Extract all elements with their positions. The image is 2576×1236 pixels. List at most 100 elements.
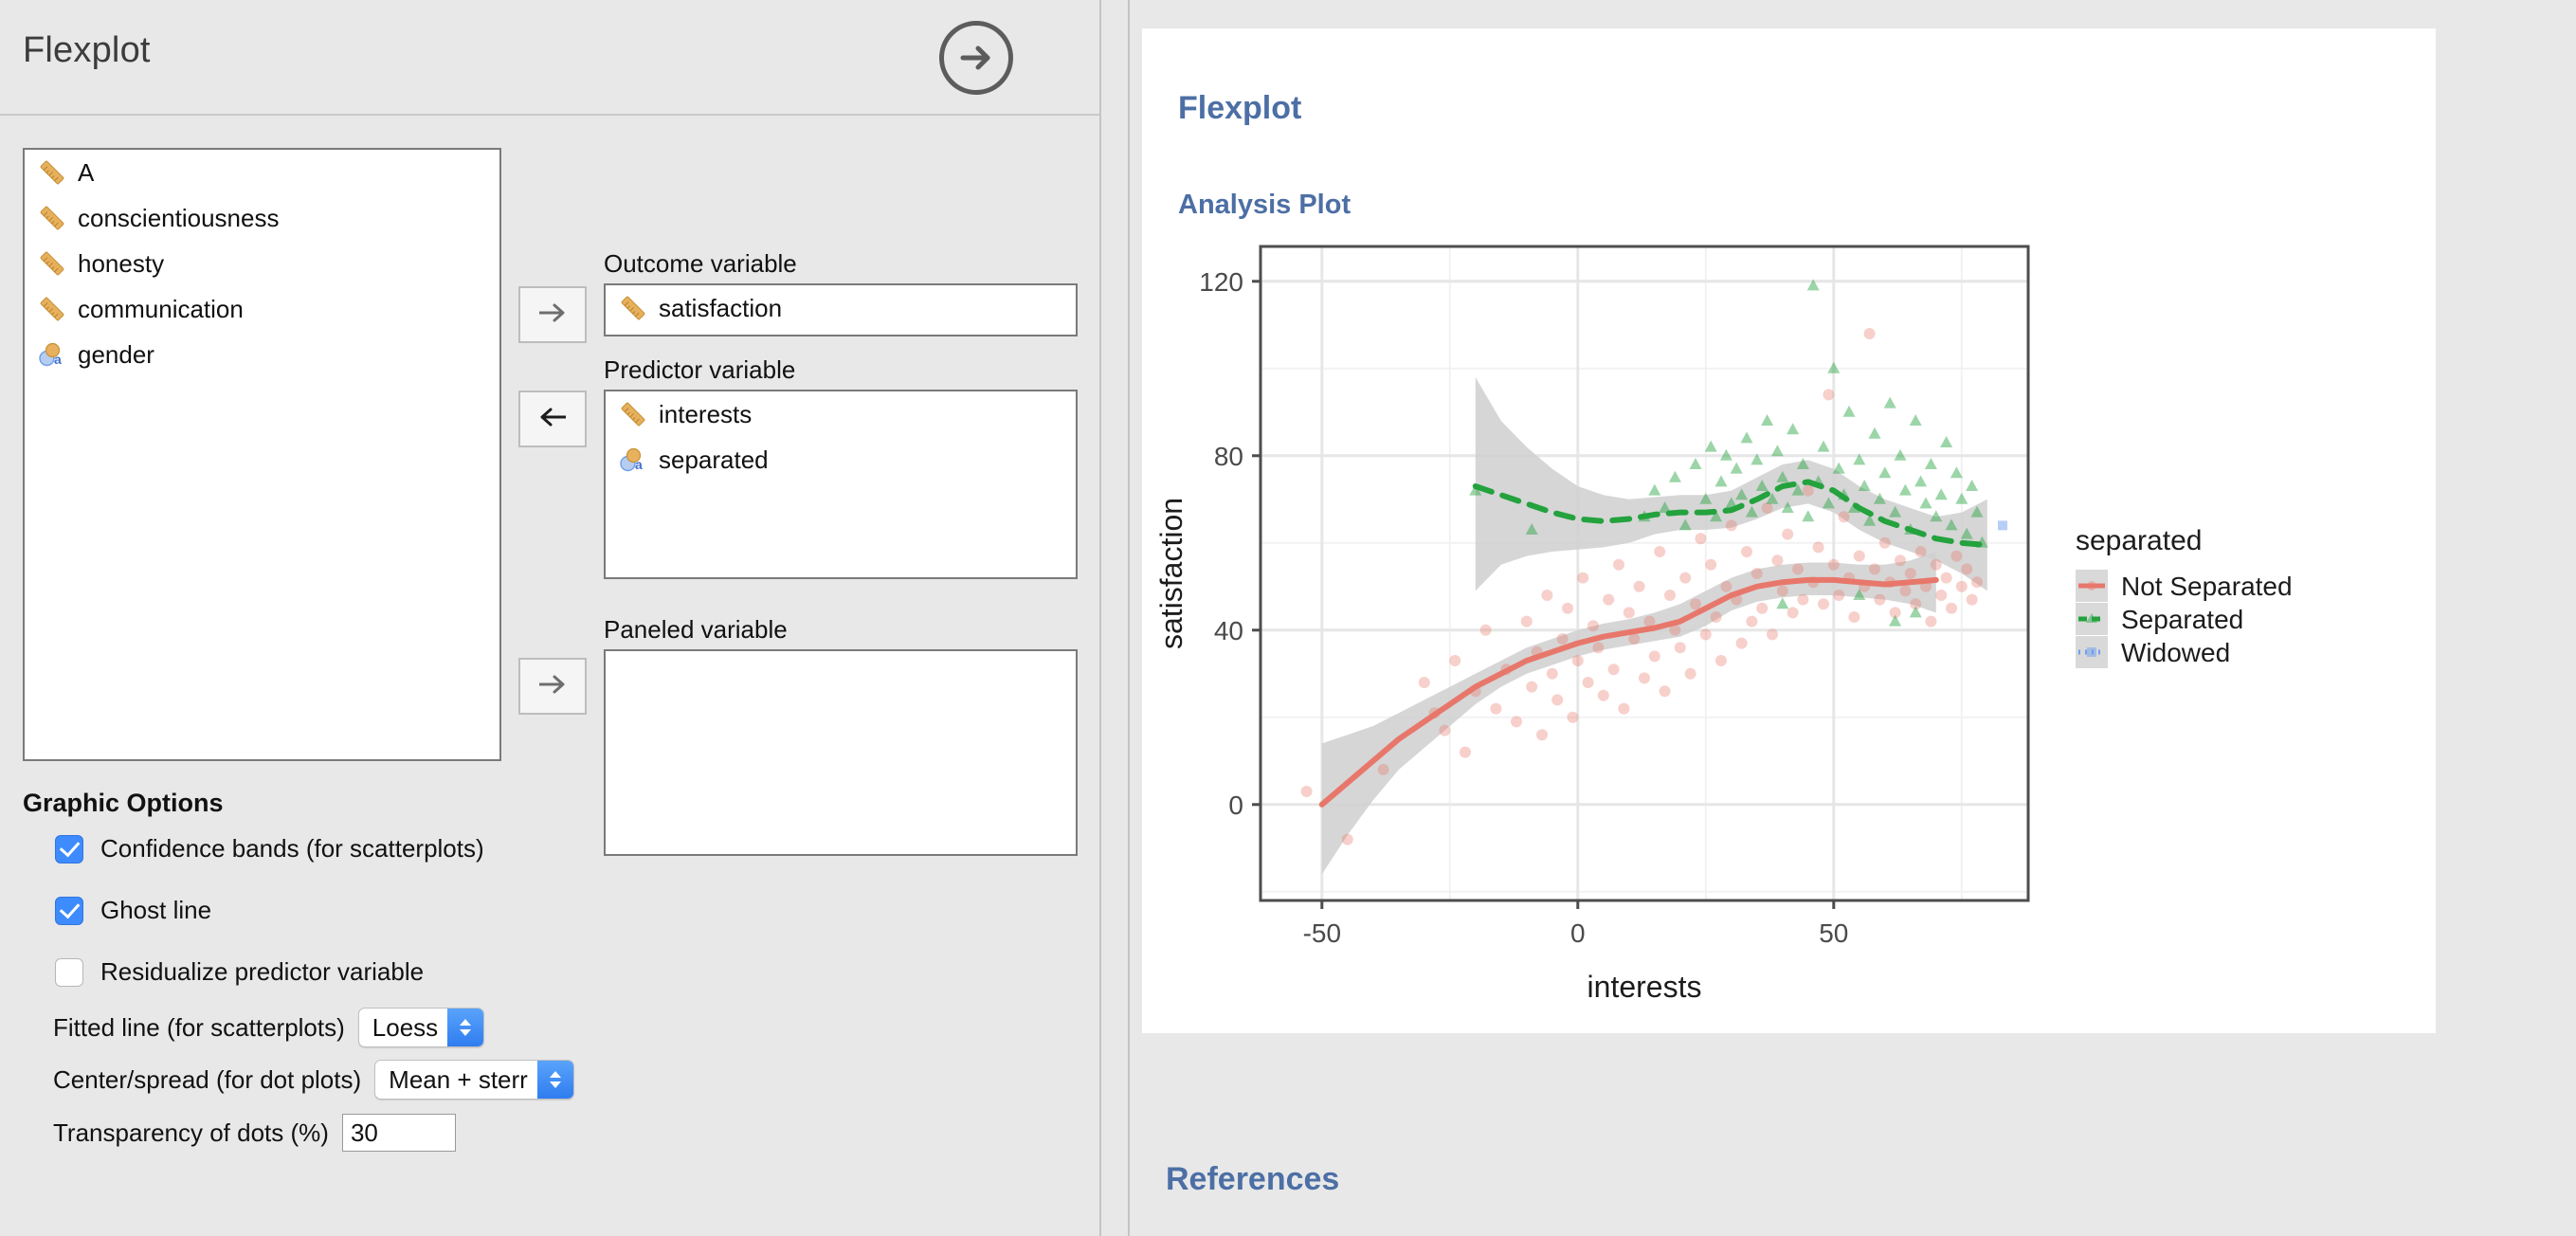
data-point [1756, 602, 1769, 614]
variable-item-label: conscientiousness [78, 204, 280, 232]
references-heading: References [1166, 1161, 1340, 1197]
nominal-icon: a [619, 445, 647, 474]
checkbox-unchecked-icon[interactable] [55, 957, 83, 987]
predictor-drop-box[interactable]: interests a separated [604, 389, 1078, 579]
variable-item[interactable]: a separated [606, 437, 1076, 482]
graphic-option-label: Ghost line [100, 896, 212, 924]
x-axis-label: interests [1587, 970, 1702, 1004]
variable-item[interactable]: conscientiousness [25, 195, 499, 241]
data-point [1797, 593, 1809, 606]
panel-divider[interactable] [1099, 0, 1130, 1236]
variable-item[interactable]: honesty [25, 241, 499, 286]
variable-item-label: communication [78, 295, 244, 323]
data-point [1776, 585, 1788, 597]
stepper-icon[interactable] [536, 1061, 573, 1099]
data-point [1618, 702, 1630, 715]
data-point [1925, 615, 1937, 627]
nominal-icon: a [38, 340, 66, 369]
data-point [1592, 642, 1605, 654]
legend-marker-sample [2087, 581, 2096, 591]
variable-item[interactable]: interests [606, 391, 1076, 437]
data-point [1792, 563, 1804, 575]
variable-item[interactable]: communication [25, 286, 499, 332]
data-point [1449, 655, 1461, 666]
graphic-option-checkbox-row: Ghost line [55, 896, 211, 925]
data-point [1878, 536, 1891, 549]
data-point [1940, 572, 1952, 584]
stepper-icon[interactable] [447, 1009, 484, 1046]
variable-item[interactable]: satisfaction [606, 285, 1076, 331]
paneled-drop-box[interactable] [604, 648, 1078, 856]
assign-paneled-button[interactable] [518, 658, 587, 715]
data-point [1623, 607, 1635, 619]
data-point [1577, 572, 1589, 584]
arrow-right-icon [535, 300, 570, 331]
variable-item-label: interests [659, 399, 753, 428]
data-point [1648, 650, 1660, 663]
legend-entry-label: Separated [2121, 605, 2243, 634]
data-point [1787, 607, 1799, 619]
checkbox-checked-icon[interactable] [55, 896, 83, 925]
data-point [1460, 746, 1471, 758]
transparency-input[interactable]: 30 [341, 1114, 456, 1152]
data-point [1699, 628, 1712, 641]
source-variable-list[interactable]: A conscientiousness honesty communicatio… [23, 148, 501, 761]
graphic-option-label: Confidence bands (for scatterplots) [100, 834, 484, 863]
data-point [1439, 724, 1451, 736]
graphic-option-label: Fitted line (for scatterplots) [53, 1012, 345, 1042]
data-point [1771, 554, 1784, 567]
select-value: Loess [372, 1012, 439, 1042]
data-point [1613, 558, 1624, 571]
outcome-drop-box[interactable]: satisfaction [604, 282, 1078, 336]
paneled-label: Paneled variable [604, 615, 788, 644]
data-point [1603, 593, 1615, 606]
outcome-field-group: Outcome variable satisfaction [604, 250, 1078, 336]
data-point [1587, 620, 1599, 632]
svg-text:a: a [635, 457, 643, 472]
data-point [1848, 611, 1860, 623]
variable-item[interactable]: a gender [25, 332, 499, 377]
analysis-plot[interactable]: 0 40 80 120 -50 0 50 interests satisfaction separ… [1142, 237, 2436, 1014]
paneled-field-group: Paneled variable [604, 616, 1078, 856]
data-point [1971, 576, 1983, 589]
fitted-line-select[interactable]: Loess [357, 1008, 485, 1047]
data-point [1735, 637, 1748, 649]
data-point [1526, 681, 1538, 693]
data-point [1863, 328, 1876, 339]
svg-text:a: a [54, 352, 62, 367]
data-point [1914, 546, 1927, 557]
variable-item[interactable]: A [25, 150, 499, 195]
data-point [1571, 655, 1584, 666]
graphic-option-label: Residualize predictor variable [100, 957, 425, 986]
legend-entry-label: Widowed [2121, 638, 2230, 667]
data-point [1546, 667, 1558, 680]
checkbox-checked-icon[interactable] [55, 834, 83, 863]
predictor-field-group: Predictor variable interests a separated [604, 356, 1078, 579]
results-panel: Flexplot Analysis Plot 0 40 80 120 -50 0 50 int… [1130, 0, 2576, 1236]
data-point [1725, 519, 1737, 532]
center-spread-select[interactable]: Mean + sterr [374, 1060, 574, 1100]
data-point [1741, 546, 1752, 557]
variable-item-label: separated [659, 445, 769, 474]
graphic-option-select-row: Fitted line (for scatterplots) Loess [53, 1008, 485, 1047]
data-point [1935, 590, 1948, 601]
run-analysis-button[interactable] [939, 21, 1013, 95]
data-point [1479, 624, 1492, 636]
remove-predictor-button[interactable] [518, 391, 587, 447]
data-point [1300, 786, 1313, 797]
assign-outcome-button[interactable] [518, 286, 587, 343]
variable-assignment-area: A conscientiousness honesty communicatio… [0, 116, 1099, 856]
graphic-option-select-row: Center/spread (for dot plots) Mean + ste… [53, 1060, 574, 1100]
graphic-option-checkbox-row: Confidence bands (for scatterplots) [55, 834, 484, 863]
ruler-icon [38, 158, 66, 187]
data-point [1607, 663, 1620, 676]
graphic-option-label: Center/spread (for dot plots) [53, 1064, 362, 1094]
ruler-icon [619, 400, 647, 428]
data-point [1946, 602, 1957, 614]
data-point [1684, 667, 1696, 680]
data-point [1556, 633, 1569, 645]
data-point [1812, 541, 1824, 554]
data-point [1966, 593, 1978, 606]
axis-tick-label: 0 [1570, 918, 1586, 948]
data-point [1664, 590, 1676, 601]
